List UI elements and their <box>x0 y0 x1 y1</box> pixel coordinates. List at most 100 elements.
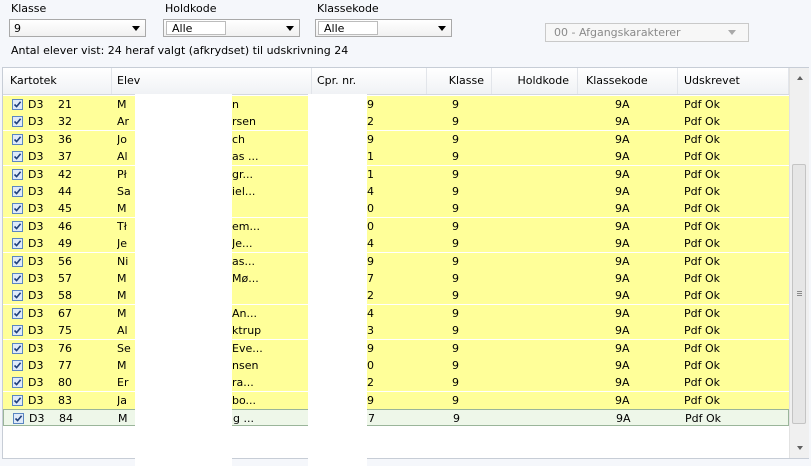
cell-elev-a: Ar <box>117 115 130 129</box>
table-row[interactable]: D380Erra...2299APdf Ok <box>3 374 789 392</box>
cell-klasse: 9 <box>452 202 459 216</box>
cell-klasse: 9 <box>452 254 459 268</box>
row-checkbox[interactable] <box>12 220 23 232</box>
row-checkbox[interactable] <box>12 133 23 145</box>
klassekode-select[interactable]: Alle <box>315 19 452 37</box>
col-header-klasse[interactable]: Klasse <box>427 68 492 94</box>
cell-elev-b: Mø... <box>232 272 259 285</box>
cell-cpr-b: 1 <box>367 150 374 164</box>
cell-klasse: 9 <box>452 185 459 198</box>
row-checkbox[interactable] <box>12 238 23 250</box>
cell-kartotek: D3 <box>29 412 45 426</box>
row-checkbox[interactable] <box>12 342 23 354</box>
cell-klassekode: 9A <box>615 289 630 303</box>
row-checkbox[interactable] <box>12 203 23 215</box>
vertical-scrollbar[interactable] <box>789 68 809 458</box>
table-row[interactable]: D384Mg ...3799APdf Ok <box>3 409 789 427</box>
row-checkbox[interactable] <box>13 413 24 425</box>
row-checkbox[interactable] <box>12 255 23 267</box>
table-row[interactable]: D356Nias...2999APdf Ok <box>3 252 789 270</box>
table-row[interactable]: D377Mnsen0099APdf Ok <box>3 357 789 374</box>
cell-nr: 21 <box>58 98 72 111</box>
klassekode-select-value: Alle <box>324 22 345 35</box>
table-row[interactable]: D336Joch2999APdf Ok <box>3 130 789 148</box>
holdkode-select[interactable]: Alle <box>163 19 300 37</box>
table-row[interactable]: D342Płgr...1199APdf Ok <box>3 165 789 183</box>
chevron-down-icon <box>728 30 736 35</box>
col-header-udskrevet[interactable]: Udskrevet <box>678 68 789 94</box>
cell-klasse: 9 <box>452 132 459 146</box>
table-row[interactable]: D349JeJe...1499APdf Ok <box>3 235 789 253</box>
table-row[interactable]: D337Alas ...2199APdf Ok <box>3 148 789 166</box>
row-checkbox[interactable] <box>12 168 23 180</box>
cell-kartotek: D3 <box>28 289 44 303</box>
row-checkbox[interactable] <box>12 360 23 371</box>
table-row[interactable]: D358M1299APdf Ok <box>3 287 789 305</box>
cell-nr: 67 <box>58 306 72 320</box>
scroll-down-icon[interactable] <box>797 446 803 450</box>
cell-holdkode <box>523 253 563 270</box>
row-checkbox[interactable] <box>12 377 23 389</box>
cell-elev-b: n <box>232 98 239 111</box>
cell-nr: 77 <box>58 359 72 372</box>
row-checkbox[interactable] <box>12 116 23 128</box>
cell-udskrevet: Pdf Ok <box>684 237 721 251</box>
cell-kartotek: D3 <box>28 306 44 320</box>
cell-elev-a: M <box>117 289 127 303</box>
table-row[interactable]: D346Tłem...3099APdf Ok <box>3 217 789 235</box>
cell-elev-b: ktrup <box>232 324 262 338</box>
klasse-select[interactable]: 9 <box>9 19 146 37</box>
col-header-kartotek[interactable]: Kartotek <box>3 68 112 94</box>
table-row[interactable]: D383Jabo...1999APdf Ok <box>3 391 789 409</box>
cell-udskrevet: Pdf Ok <box>684 376 721 390</box>
row-checkbox[interactable] <box>12 151 23 163</box>
col-header-klassekode[interactable]: Klassekode <box>578 68 678 94</box>
report-select-value: 00 - Afgangskarakterer <box>554 26 681 39</box>
table-row[interactable]: D332Arrsen3299APdf Ok <box>3 113 789 131</box>
col-header-elev[interactable]: Elev <box>112 68 312 94</box>
cell-klassekode: 9A <box>615 167 630 181</box>
cell-cpr-b: 4 <box>367 185 374 198</box>
table-row[interactable]: D375Alktrup1399APdf Ok <box>3 322 789 340</box>
cell-klasse: 9 <box>452 167 459 181</box>
row-checkbox[interactable] <box>12 99 23 110</box>
cell-cpr-b: 7 <box>367 272 374 285</box>
table-row[interactable]: D376SeEve...0999APdf Ok <box>3 339 789 357</box>
cell-nr: 49 <box>58 237 72 251</box>
cell-udskrevet: Pdf Ok <box>684 289 721 303</box>
scroll-up-icon[interactable] <box>797 76 803 80</box>
table-row[interactable]: D321Mn1999APdf Ok <box>3 96 789 113</box>
cell-klasse: 9 <box>453 412 460 426</box>
cell-kartotek: D3 <box>28 167 44 181</box>
cell-cpr-b: 0 <box>367 202 374 216</box>
table-row[interactable]: D367MAn...2499APdf Ok <box>3 304 789 322</box>
chevron-down-icon <box>286 26 294 31</box>
row-checkbox[interactable] <box>12 307 23 319</box>
cell-klassekode: 9A <box>615 219 630 233</box>
cell-holdkode <box>523 166 563 183</box>
cell-udskrevet: Pdf Ok <box>684 341 721 355</box>
col-header-holdkode[interactable]: Holdkode <box>492 68 578 94</box>
row-checkbox[interactable] <box>12 325 23 337</box>
cell-cpr-b: 2 <box>367 376 374 390</box>
report-select[interactable]: 00 - Afgangskarakterer <box>545 23 749 42</box>
row-checkbox[interactable] <box>12 273 23 284</box>
cell-holdkode <box>523 374 563 391</box>
cell-klassekode: 9A <box>615 185 630 198</box>
cell-holdkode <box>523 113 563 130</box>
row-checkbox[interactable] <box>12 186 23 197</box>
cell-udskrevet: Pdf Ok <box>684 219 721 233</box>
checkmark-icon <box>13 188 22 195</box>
table-row[interactable]: D345M0099APdf Ok <box>3 200 789 218</box>
student-count-info: Antal elever vist: 24 heraf valgt (afkry… <box>11 44 349 57</box>
scrollbar-thumb[interactable] <box>792 164 806 424</box>
checkmark-icon <box>13 223 22 230</box>
row-checkbox[interactable] <box>12 290 23 302</box>
cell-elev-b <box>232 287 310 304</box>
table-row[interactable]: D344Saiel...0499APdf Ok <box>3 183 789 200</box>
cell-elev-a: Se <box>117 341 131 355</box>
col-header-cpr[interactable]: Cpr. nr. <box>312 68 427 94</box>
table-row[interactable]: D357MMø...0799APdf Ok <box>3 270 789 287</box>
cell-udskrevet: Pdf Ok <box>684 254 721 268</box>
row-checkbox[interactable] <box>12 394 23 406</box>
